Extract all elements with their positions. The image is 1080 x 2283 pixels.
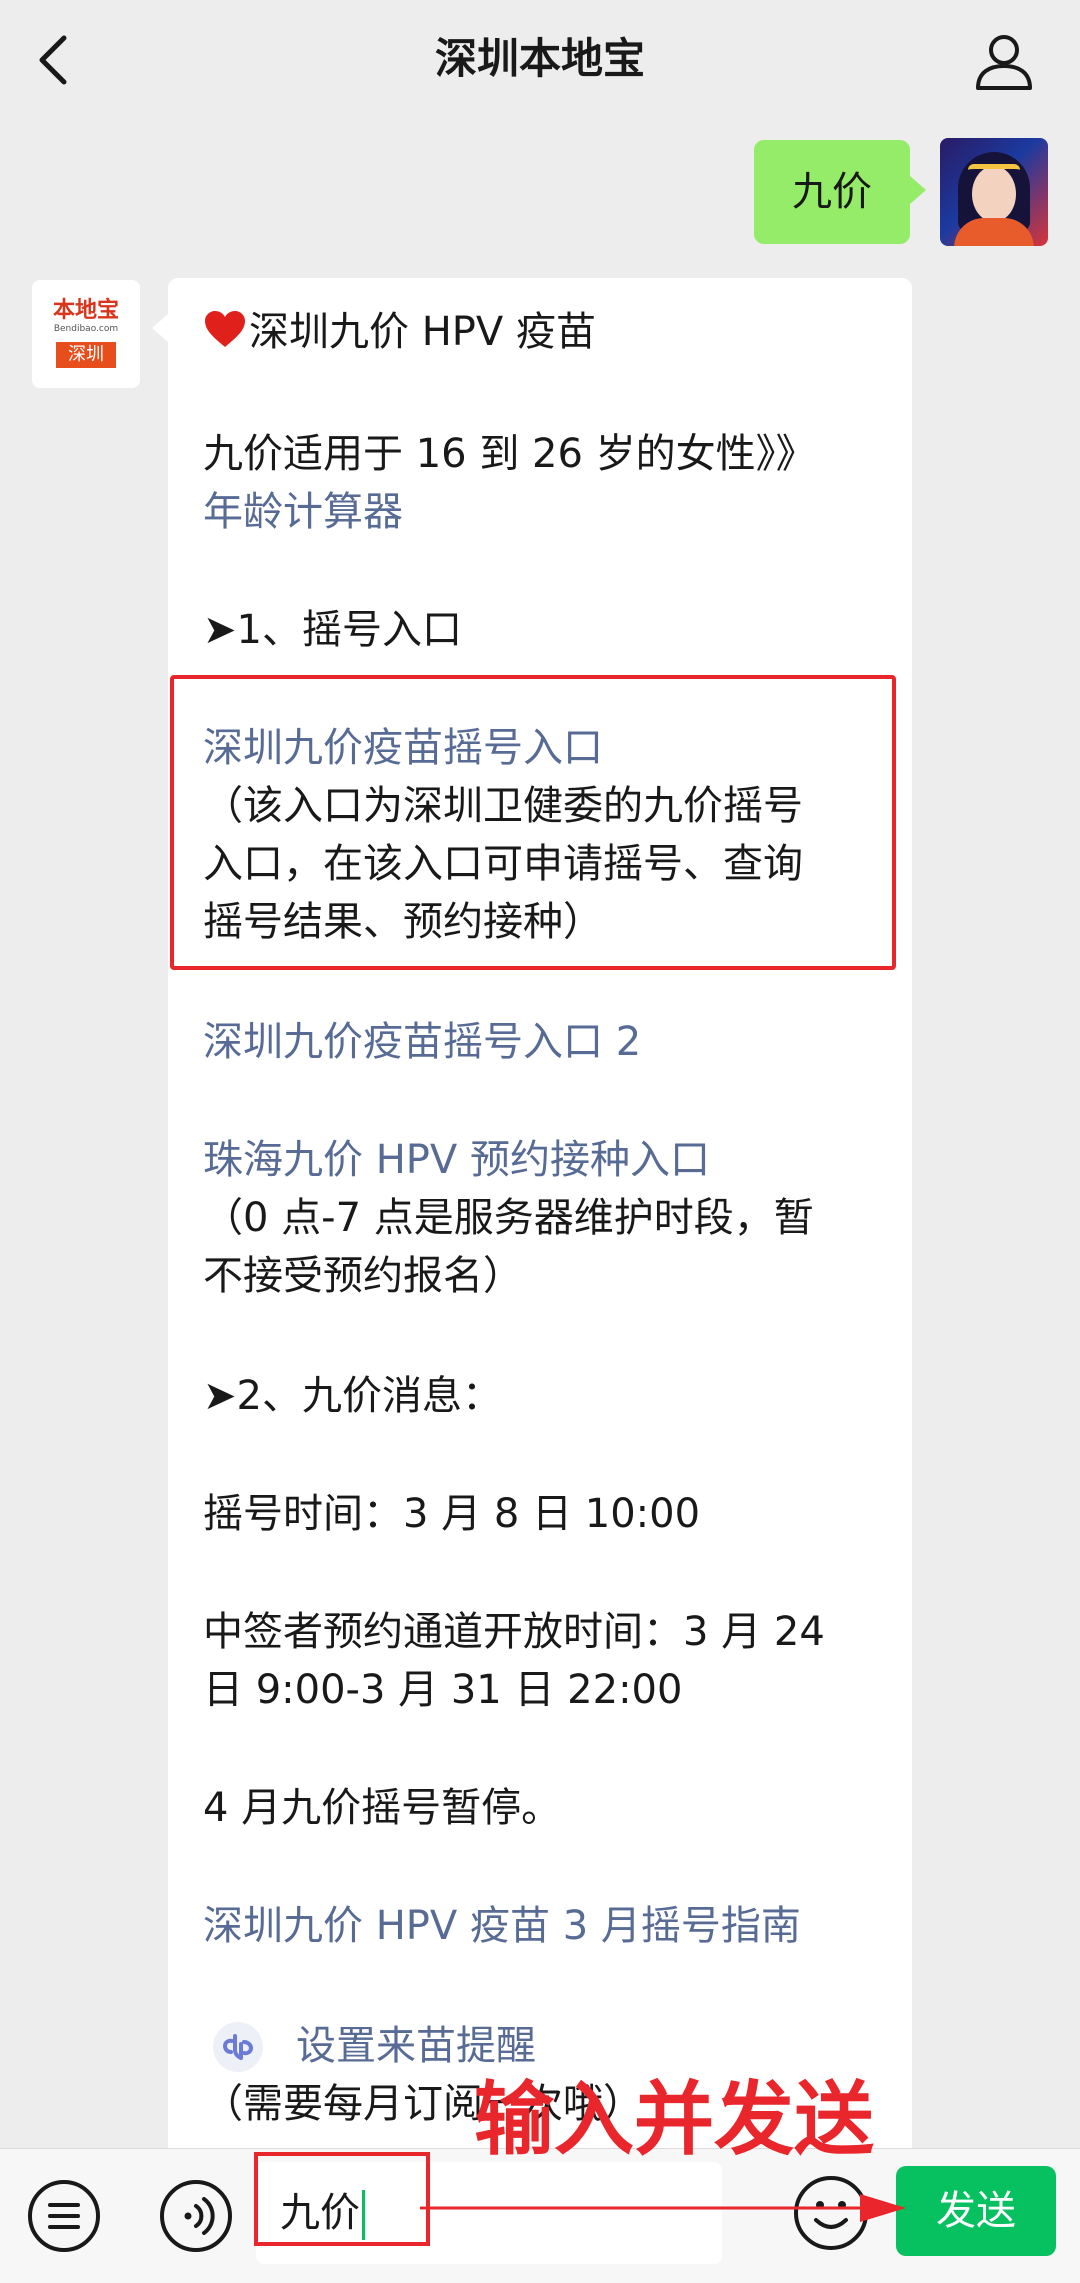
user-message-bubble[interactable]: 九价 xyxy=(754,140,926,244)
profile-icon[interactable] xyxy=(972,28,1036,92)
zhuhai-desc-1: （0 点-7 点是服务器维护时段，暂 xyxy=(203,1195,814,1241)
section-1-heading: ➤1、摇号入口 xyxy=(203,607,462,653)
zhuhai-booking-link[interactable]: 珠海九价 HPV 预约接种入口 xyxy=(203,1132,710,1188)
lottery-entry-2-link[interactable]: 深圳九价疫苗摇号入口 2 xyxy=(203,1014,641,1070)
lottery-entry-desc-2: 入口，在该入口可申请摇号、查询 xyxy=(203,841,803,887)
message-title-line: 深圳九价 HPV 疫苗 xyxy=(203,304,596,360)
user-avatar[interactable] xyxy=(940,138,1048,246)
section-2-heading: ➤2、九价消息： xyxy=(203,1373,502,1419)
input-annotation-box xyxy=(254,2152,430,2246)
lottery-entry-link[interactable]: 深圳九价疫苗摇号入口 xyxy=(203,720,603,776)
send-button[interactable]: 发送 xyxy=(896,2166,1056,2256)
zhuhai-desc-2: 不接受预约报名） xyxy=(203,1253,523,1299)
annotation-text: 输入并发送 xyxy=(474,2073,874,2166)
logo-text: 本地宝 xyxy=(52,298,119,323)
booking-time-2: 日 9:00-3 月 31 日 22:00 xyxy=(203,1667,683,1713)
age-calculator-link[interactable]: 年龄计算器 xyxy=(203,484,403,540)
set-reminder-link[interactable]: 设置来苗提醒 xyxy=(296,2018,536,2074)
mini-program-icon xyxy=(213,2022,263,2072)
heart-icon xyxy=(205,311,245,347)
message-title: 深圳九价 HPV 疫苗 xyxy=(249,309,596,355)
lottery-entry-desc-1: （该入口为深圳卫健委的九价摇号 xyxy=(203,783,803,829)
march-guide-link[interactable]: 深圳九价 HPV 疫苗 3 月摇号指南 xyxy=(203,1898,801,1954)
lottery-entry-desc-3: 摇号结果、预约接种） xyxy=(203,899,603,945)
april-note: 4 月九价摇号暂停。 xyxy=(203,1785,562,1831)
page-title: 深圳本地宝 xyxy=(434,34,645,83)
menu-icon[interactable] xyxy=(26,2178,102,2254)
logo-subtext: Bendibao.com xyxy=(53,324,119,334)
booking-time-1: 中签者预约通道开放时间：3 月 24 xyxy=(203,1609,825,1655)
logo-city: 深圳 xyxy=(56,342,116,368)
voice-icon[interactable] xyxy=(158,2178,234,2254)
lottery-time-text: 摇号时间：3 月 8 日 10:00 xyxy=(203,1491,701,1537)
age-text: 九价适用于 16 到 26 岁的女性》》 xyxy=(203,431,816,477)
annotation-arrow-icon xyxy=(420,2194,906,2222)
bot-avatar[interactable]: 本地宝 Bendibao.com 深圳 xyxy=(32,280,140,388)
